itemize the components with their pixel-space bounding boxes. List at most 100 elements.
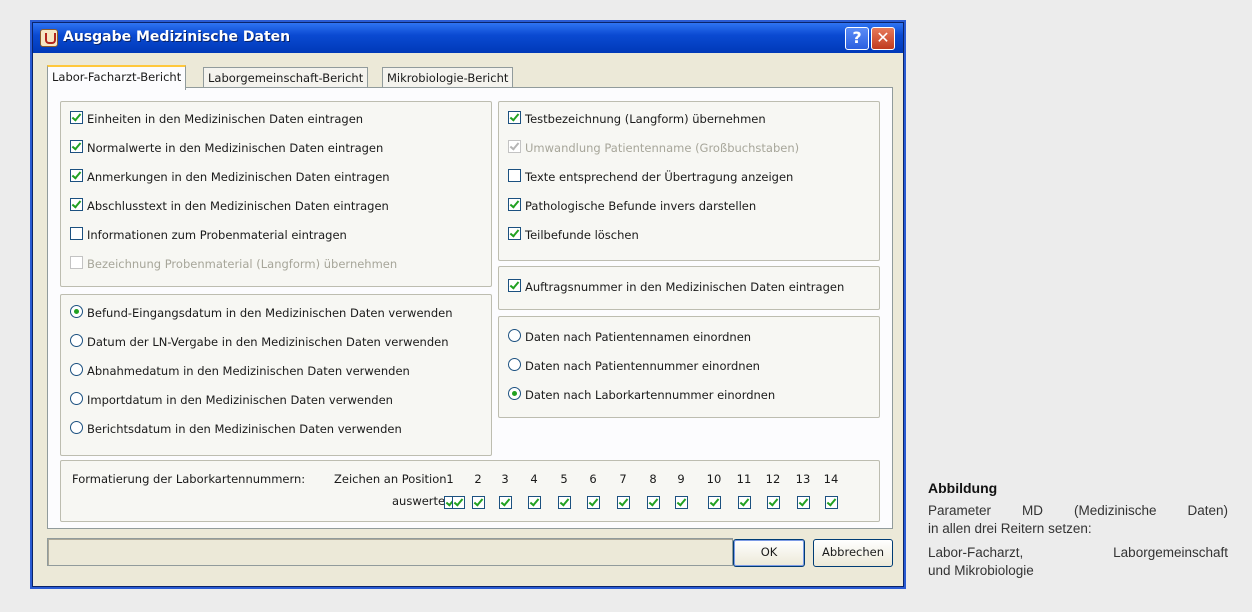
checkbox-label: Normalwerte in den Medizinischen Daten e… — [87, 141, 384, 155]
radio-date-option[interactable]: Datum der LN-Vergabe in den Medizinische… — [70, 333, 449, 351]
dialog-window: Ausgabe Medizinische Daten ? ✕ Labor-Fac… — [32, 22, 904, 587]
position-label: Zeichen an Position — [334, 472, 447, 486]
position-number: 12 — [765, 472, 781, 486]
help-icon[interactable]: ? — [845, 27, 869, 50]
position-number: 3 — [501, 472, 509, 486]
position-checkbox[interactable] — [825, 496, 838, 509]
checkbox-right-option[interactable]: Pathologische Befunde invers darstellen — [508, 197, 756, 215]
radio-sort-option[interactable]: Daten nach Patientennamen einordnen — [508, 328, 751, 346]
app-icon — [40, 29, 58, 47]
checkbox-right-option[interactable]: Umwandlung Patientenname (Großbuchstaben… — [508, 139, 799, 157]
checkbox-box[interactable] — [70, 227, 83, 240]
radio-label: Berichtsdatum in den Medizinischen Daten… — [87, 422, 402, 436]
checkbox-box[interactable] — [70, 256, 83, 269]
radio-date-option[interactable]: Abnahmedatum in den Medizinischen Daten … — [70, 362, 410, 380]
radio-button[interactable] — [508, 387, 521, 400]
radio-button[interactable] — [70, 305, 83, 318]
position-checkbox[interactable] — [797, 496, 810, 509]
checkbox-right-option[interactable]: Teilbefunde löschen — [508, 226, 639, 244]
checkbox-label: Auftragsnummer in den Medizinischen Date… — [525, 280, 845, 294]
checkbox-box[interactable] — [70, 169, 83, 182]
tab-mikrobiologie[interactable]: Mikrobiologie-Bericht — [382, 67, 514, 88]
radio-button[interactable] — [508, 329, 521, 342]
position-number: 2 — [474, 472, 482, 486]
group-card-number-format — [60, 460, 880, 522]
position-number: 6 — [589, 472, 597, 486]
ok-button[interactable]: OK — [733, 539, 805, 567]
radio-sort-option[interactable]: Daten nach Patientennummer einordnen — [508, 357, 760, 375]
tab-laborgemeinschaft[interactable]: Laborgemeinschaft-Bericht — [203, 67, 369, 88]
checkbox-box[interactable] — [508, 169, 521, 182]
status-bar — [47, 538, 733, 566]
radio-label: Befund-Eingangsdatum in den Medizinische… — [87, 306, 453, 320]
position-checkbox[interactable] — [647, 496, 660, 509]
checkbox-box[interactable] — [508, 198, 521, 211]
caption-line: Labor-Facharzt, Laborgemeinschaft — [928, 545, 1228, 560]
position-checkbox[interactable] — [587, 496, 600, 509]
checkbox-right-option[interactable]: Texte entsprechend der Übertragung anzei… — [508, 168, 793, 186]
close-icon[interactable]: ✕ — [871, 27, 895, 50]
caption-line: in allen drei Reitern setzen: — [928, 521, 1092, 536]
position-number: 7 — [619, 472, 627, 486]
position-checkbox[interactable] — [452, 496, 465, 509]
position-number: 14 — [823, 472, 839, 486]
format-label: Formatierung der Laborkartennummern: — [72, 472, 306, 486]
checkbox-label: Pathologische Befunde invers darstellen — [525, 199, 757, 213]
radio-label: Abnahmedatum in den Medizinischen Daten … — [87, 364, 410, 378]
checkbox-label: Anmerkungen in den Medizinischen Daten e… — [87, 170, 390, 184]
checkbox-box[interactable] — [508, 279, 521, 292]
checkbox-label: Umwandlung Patientenname (Großbuchstaben… — [525, 141, 800, 155]
radio-button[interactable] — [70, 363, 83, 376]
position-checkbox[interactable] — [767, 496, 780, 509]
checkbox-left-option[interactable]: Anmerkungen in den Medizinischen Daten e… — [70, 168, 390, 186]
position-checkbox[interactable] — [738, 496, 751, 509]
checkbox-box[interactable] — [70, 140, 83, 153]
tab-labor-facharzt[interactable]: Labor-Facharzt-Bericht — [47, 65, 187, 90]
position-number: 9 — [677, 472, 685, 486]
position-checkbox[interactable] — [675, 496, 688, 509]
radio-button[interactable] — [70, 334, 83, 347]
position-number: 8 — [649, 472, 657, 486]
radio-button[interactable] — [70, 421, 83, 434]
radio-sort-option[interactable]: Daten nach Laborkartennummer einordnen — [508, 386, 775, 404]
checkbox-right-option[interactable]: Testbezeichnung (Langform) übernehmen — [508, 110, 766, 128]
radio-button[interactable] — [508, 358, 521, 371]
radio-date-option[interactable]: Befund-Eingangsdatum in den Medizinische… — [70, 304, 452, 322]
position-checkbox[interactable] — [499, 496, 512, 509]
caption-line: Parameter MD (Medizinische Daten) — [928, 503, 1228, 518]
radio-date-option[interactable]: Importdatum in den Medizinischen Daten v… — [70, 391, 393, 409]
checkbox-left-option[interactable]: Normalwerte in den Medizinischen Daten e… — [70, 139, 383, 157]
title-bar[interactable]: Ausgabe Medizinische Daten ? ✕ — [33, 23, 903, 53]
checkbox-left-option[interactable]: Abschlusstext in den Medizinischen Daten… — [70, 197, 389, 215]
radio-date-option[interactable]: Berichtsdatum in den Medizinischen Daten… — [70, 420, 402, 438]
position-number: 5 — [560, 472, 568, 486]
checkbox-left-option[interactable]: Informationen zum Probenmaterial eintrag… — [70, 226, 347, 244]
checkbox-left-option[interactable]: Bezeichnung Probenmaterial (Langform) üb… — [70, 255, 397, 273]
position-checkbox[interactable] — [558, 496, 571, 509]
checkbox-label: Testbezeichnung (Langform) übernehmen — [525, 112, 766, 126]
position-checkbox[interactable] — [472, 496, 485, 509]
checkbox-box[interactable] — [70, 111, 83, 124]
tab-panel: Auftragsnummer in den Medizinischen Date… — [47, 87, 893, 529]
checkbox-box[interactable] — [508, 227, 521, 240]
checkbox-label: Einheiten in den Medizinischen Daten ein… — [87, 112, 364, 126]
cancel-button[interactable]: Abbrechen — [813, 539, 893, 567]
radio-label: Daten nach Laborkartennummer einordnen — [525, 388, 776, 402]
checkbox-auftragsnummer[interactable]: Auftragsnummer in den Medizinischen Date… — [508, 278, 844, 296]
checkbox-box[interactable] — [508, 111, 521, 124]
radio-label: Daten nach Patientennamen einordnen — [525, 330, 752, 344]
radio-label: Datum der LN-Vergabe in den Medizinische… — [87, 335, 449, 349]
checkbox-label: Teilbefunde löschen — [525, 228, 639, 242]
checkbox-label: Bezeichnung Probenmaterial (Langform) üb… — [87, 257, 398, 271]
checkbox-box[interactable] — [70, 198, 83, 211]
position-checkbox[interactable] — [528, 496, 541, 509]
position-number: 10 — [706, 472, 722, 486]
checkbox-left-option[interactable]: Einheiten in den Medizinischen Daten ein… — [70, 110, 363, 128]
checkbox-label: Informationen zum Probenmaterial eintrag… — [87, 228, 347, 242]
position-checkbox[interactable] — [708, 496, 721, 509]
caption-line: und Mikrobiologie — [928, 563, 1034, 578]
position-number: 1 — [446, 472, 454, 486]
checkbox-box[interactable] — [508, 140, 521, 153]
position-checkbox[interactable] — [617, 496, 630, 509]
radio-button[interactable] — [70, 392, 83, 405]
